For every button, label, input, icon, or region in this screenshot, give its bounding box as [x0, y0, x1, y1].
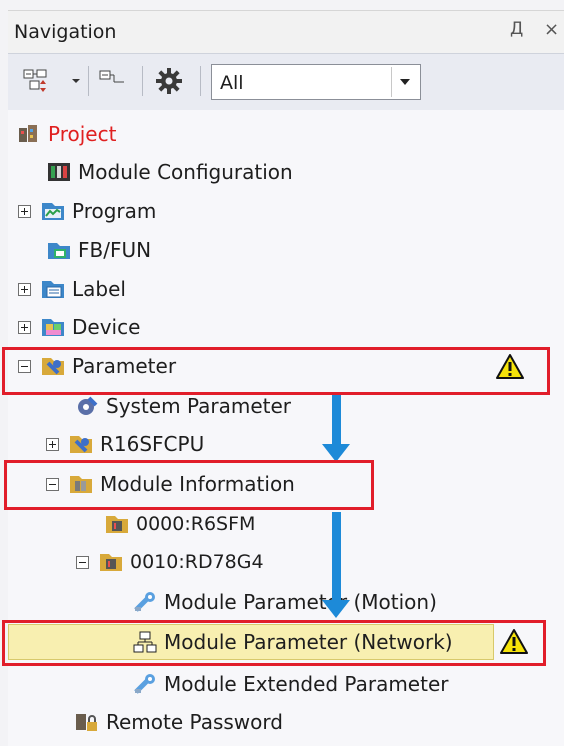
tree-item-label: Module Configuration: [78, 160, 293, 184]
label-icon: [42, 281, 64, 298]
guide-arrow: [332, 512, 341, 602]
expand-collapse-icon: [23, 69, 47, 92]
tree-view-button[interactable]: [96, 64, 130, 98]
tree-item-label: 0010:RD78G4: [130, 551, 264, 573]
expand-icon[interactable]: [18, 282, 31, 296]
navigation-title-bar: Navigation Д ×: [8, 10, 564, 53]
expand-collapse-button[interactable]: [20, 64, 54, 98]
settings-button[interactable]: [152, 64, 186, 98]
tree-item-label: FB/FUN: [78, 238, 152, 262]
tree-item-label: 0000:R6SFM: [136, 513, 256, 535]
tree-item-fb-fun[interactable]: FB/FUN: [46, 232, 151, 268]
filter-select[interactable]: All: [211, 64, 421, 100]
module-parameter-icon: [134, 592, 155, 612]
toolbar-separator: [200, 66, 201, 96]
expand-icon[interactable]: [18, 204, 31, 218]
close-icon[interactable]: ×: [544, 19, 559, 40]
tree-item-program[interactable]: Program: [18, 193, 156, 229]
project-icon: [19, 125, 37, 142]
tree-item-module-0000[interactable]: 0000:R6SFM: [104, 506, 255, 542]
system-parameter-icon: [78, 396, 98, 415]
tree-item-label: R16SFCPU: [100, 432, 205, 456]
chevron-down-icon: [400, 79, 410, 85]
chevron-down-icon: [72, 79, 80, 83]
pin-icon[interactable]: Д: [510, 19, 523, 39]
expand-icon[interactable]: [46, 437, 59, 451]
select-arrow[interactable]: [391, 67, 418, 97]
annotation-box-parameter: [2, 347, 550, 395]
module-icon: [100, 554, 122, 571]
module-configuration-icon: [48, 163, 70, 181]
program-icon: [42, 203, 64, 220]
tree-item-remote-password[interactable]: Remote Password: [74, 704, 283, 740]
panel-title: Navigation: [14, 21, 117, 43]
device-icon: [42, 319, 64, 336]
tree-item-module-parameter-motion[interactable]: Module Parameter (Motion): [132, 584, 437, 620]
tree-item-label: Remote Password: [106, 710, 283, 734]
tree-item-label[interactable]: Label: [18, 271, 126, 307]
guide-arrow-head: [322, 600, 350, 618]
tree-item-text: Label: [72, 277, 126, 301]
dropdown-arrow-button[interactable]: [68, 64, 84, 98]
remote-password-icon: [76, 714, 97, 731]
cpu-parameter-icon: [70, 436, 92, 453]
toolbar-separator: [142, 66, 143, 96]
collapse-icon[interactable]: [76, 555, 89, 569]
tree-view-icon: [99, 70, 124, 83]
tree-item-project[interactable]: Project: [16, 116, 116, 152]
fb-fun-icon: [48, 243, 70, 259]
tree-item-module-configuration[interactable]: Module Configuration: [46, 154, 293, 190]
toolbar-separator: [88, 66, 89, 96]
tree-item-label: Module Parameter (Motion): [164, 590, 437, 614]
tree-item-device[interactable]: Device: [18, 309, 140, 345]
tree-item-label: Device: [72, 315, 141, 339]
tree-item-label: Project: [48, 122, 117, 146]
annotation-box-module-information: [4, 460, 374, 510]
navigation-toolbar: All: [8, 53, 564, 111]
tree-item-label: Module Extended Parameter: [164, 672, 449, 696]
gear-icon: [156, 68, 182, 94]
tree-item-module-extended-parameter[interactable]: Module Extended Parameter: [132, 666, 448, 702]
guide-arrow: [332, 394, 341, 446]
tree-item-cpu[interactable]: R16SFCPU: [46, 426, 204, 462]
annotation-box-network-parameter: [2, 620, 546, 666]
expand-icon[interactable]: [18, 320, 31, 334]
module-icon: [106, 516, 128, 533]
tree-item-label: Program: [72, 199, 157, 223]
tree-item-module-0010[interactable]: 0010:RD78G4: [76, 544, 264, 580]
navigation-tree: Project Module Configuration Program FB/…: [2, 110, 564, 746]
module-parameter-icon: [134, 674, 155, 694]
filter-value: All: [220, 72, 244, 94]
